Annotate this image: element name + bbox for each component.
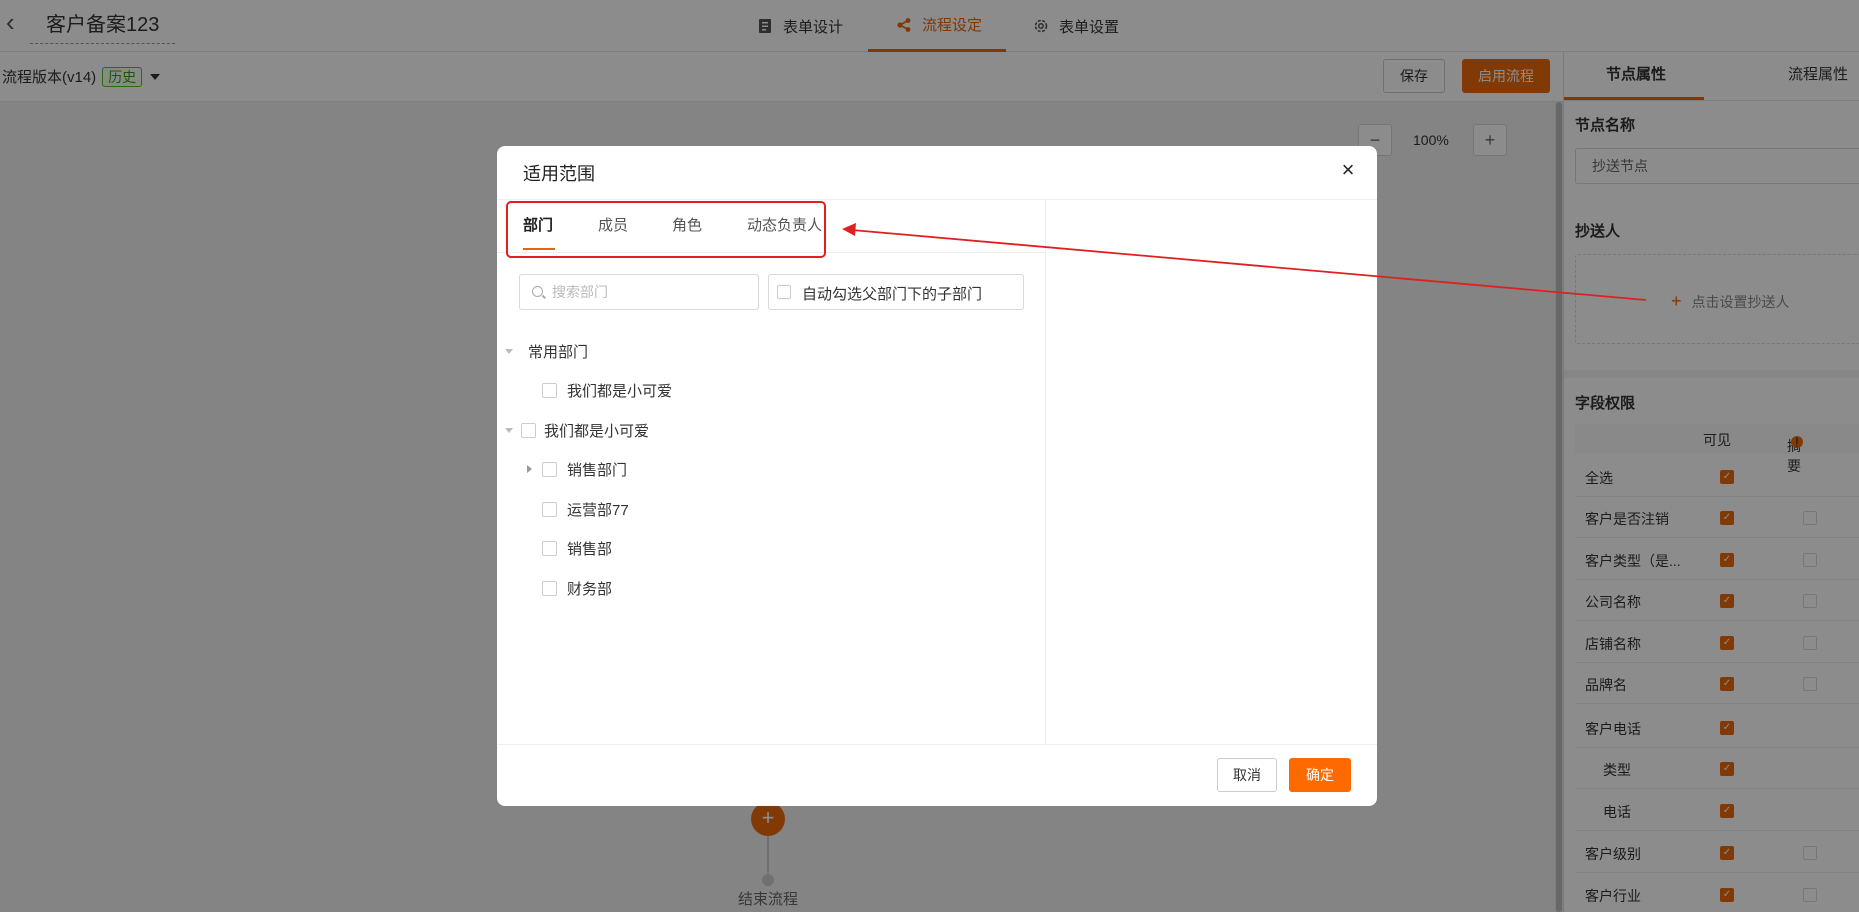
tree-root-label: 我们都是小可爱 bbox=[544, 422, 650, 440]
tree-item[interactable]: 财务部 bbox=[542, 576, 612, 600]
auto-select-children[interactable]: 自动勾选父部门下的子部门 bbox=[768, 274, 1024, 310]
tree-item-label: 销售部 bbox=[567, 540, 613, 558]
header-divider bbox=[497, 199, 1377, 200]
tree-checkbox[interactable] bbox=[521, 422, 536, 438]
auto-select-label: 自动勾选父部门下的子部门 bbox=[802, 286, 983, 303]
tree-item-label: 销售部门 bbox=[567, 461, 628, 479]
footer-divider bbox=[497, 744, 1377, 745]
confirm-button[interactable]: 确定 bbox=[1289, 758, 1351, 792]
tabs-highlight-annotation bbox=[506, 201, 826, 258]
tree-checkbox[interactable] bbox=[542, 501, 557, 517]
tree-item[interactable]: 销售部门 bbox=[527, 457, 627, 481]
tree-item-label: 运营部77 bbox=[567, 501, 629, 519]
tree-item-label: 财务部 bbox=[567, 580, 613, 598]
tree-root[interactable]: 我们都是小可爱 bbox=[505, 418, 649, 442]
pane-divider bbox=[1045, 199, 1046, 744]
tree-checkbox[interactable] bbox=[542, 461, 557, 477]
tree-item[interactable]: 我们都是小可爱 bbox=[542, 378, 672, 402]
tree-checkbox[interactable] bbox=[542, 580, 557, 596]
tree-checkbox[interactable] bbox=[542, 382, 557, 398]
scope-dialog: 适用范围 × 部门 成员 角色 动态负责人 自动勾选父部门下的子部门 常用部门 … bbox=[497, 146, 1377, 806]
collapse-icon[interactable] bbox=[505, 348, 513, 354]
tree-group-common[interactable]: 常用部门 bbox=[505, 339, 588, 363]
auto-select-checkbox[interactable] bbox=[777, 285, 791, 299]
tree-item[interactable]: 销售部 bbox=[542, 536, 612, 560]
close-icon[interactable]: × bbox=[1335, 158, 1361, 184]
expand-icon[interactable] bbox=[527, 465, 532, 473]
collapse-icon[interactable] bbox=[505, 427, 513, 433]
dialog-title: 适用范围 bbox=[523, 164, 595, 184]
search-icon bbox=[532, 286, 543, 297]
cancel-button[interactable]: 取消 bbox=[1217, 758, 1277, 792]
department-search[interactable] bbox=[519, 274, 759, 310]
tree-item[interactable]: 运营部77 bbox=[542, 497, 629, 521]
tree-item-label: 我们都是小可爱 bbox=[567, 382, 673, 400]
department-search-input[interactable] bbox=[552, 282, 752, 302]
tree-checkbox[interactable] bbox=[542, 540, 557, 556]
tree-group-label: 常用部门 bbox=[528, 343, 589, 361]
